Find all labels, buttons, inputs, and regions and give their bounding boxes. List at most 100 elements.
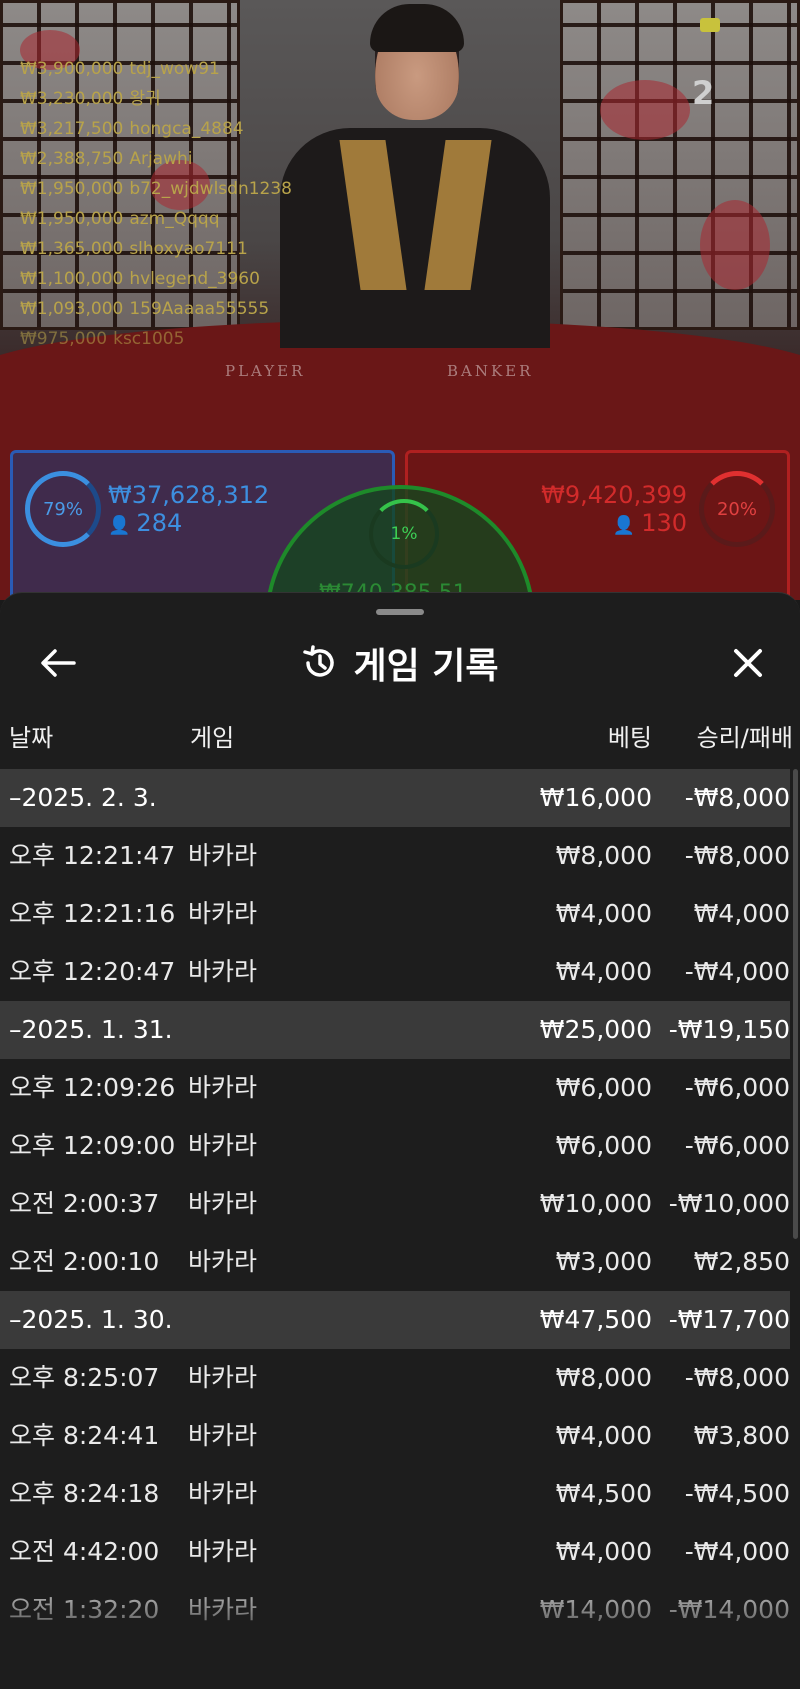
entry-time: 오전 4:42:00	[9, 1537, 160, 1566]
entry-result: -₩8,000	[684, 1363, 790, 1392]
entry-time: 오후 12:21:47	[9, 841, 176, 870]
tie-percent-ring: 1%	[369, 499, 439, 569]
leaderboard-row: ₩975,000 ksc1005	[20, 324, 292, 354]
live-video-stream: PLAYER BANKER ₩3,900,000 tdj_wow91 ₩3,230,…	[0, 0, 800, 600]
history-entry-row[interactable]: 오후 8:24:41 바카라 ₩4,000 ₩3,800	[0, 1407, 790, 1465]
player-total-amount: ₩37,628,312	[108, 481, 270, 509]
entry-result: ₩3,800	[693, 1421, 790, 1450]
entry-time: 오후 12:21:16	[9, 899, 176, 928]
person-icon: 👤	[108, 515, 131, 536]
history-entry-row[interactable]: 오전 4:42:00 바카라 ₩4,000 -₩4,000	[0, 1523, 790, 1581]
entry-game: 바카라	[188, 899, 258, 928]
group-date: –2025. 1. 31.	[9, 1015, 173, 1044]
leaderboard-player-name: b72_wjdwlsdn1238	[129, 179, 292, 199]
date-group-row[interactable]: –2025. 1. 31. ₩25,000 -₩19,150	[0, 1001, 790, 1059]
entry-time: 오후 12:09:26	[9, 1073, 176, 1102]
sheet-header: 게임 기록	[0, 623, 800, 703]
leaderboard-amount: ₩3,900,000	[20, 59, 124, 79]
dealer-hair	[370, 4, 464, 52]
entry-bet: ₩4,000	[555, 1421, 652, 1450]
leaderboard-amount: ₩975,000	[20, 329, 108, 349]
decor-blossom	[600, 80, 690, 140]
person-icon: 👤	[612, 515, 636, 536]
history-scrollbar[interactable]	[793, 769, 798, 1239]
entry-bet: ₩6,000	[555, 1073, 652, 1102]
entry-bet: ₩4,000	[555, 957, 652, 986]
banker-felt-label: BANKER	[447, 362, 534, 380]
sheet-title-wrap: 게임 기록	[0, 637, 800, 689]
history-entry-row[interactable]: 오후 8:25:07 바카라 ₩8,000 -₩8,000	[0, 1349, 790, 1407]
group-date: –2025. 1. 30.	[9, 1305, 173, 1334]
entry-result: ₩4,000	[693, 899, 790, 928]
sheet-drag-handle[interactable]	[376, 609, 424, 615]
history-entry-row[interactable]: 오후 12:09:00 바카라 ₩6,000 -₩6,000	[0, 1117, 790, 1175]
group-result-total: -₩8,000	[684, 783, 790, 812]
entry-time: 오후 12:20:47	[9, 957, 176, 986]
leaderboard-row: ₩3,217,500 hongca_4884	[20, 114, 292, 144]
leaderboard-row: ₩3,230,000 왕귀	[20, 84, 292, 114]
group-result-total: -₩19,150	[668, 1015, 790, 1044]
leaderboard-amount: ₩1,950,000	[20, 209, 124, 229]
column-header-game[interactable]: 게임	[190, 718, 234, 753]
entry-result: -₩8,000	[684, 841, 790, 870]
history-entry-row[interactable]: 오후 12:21:16 바카라 ₩4,000 ₩4,000	[0, 885, 790, 943]
leaderboard-amount: ₩1,093,000	[20, 299, 124, 319]
entry-time: 오전 1:32:20	[9, 1595, 160, 1624]
history-entry-row[interactable]: 오전 2:00:37 바카라 ₩10,000 -₩10,000	[0, 1175, 790, 1233]
leaderboard-player-name: azm_Qqqq	[129, 209, 220, 229]
banker-percent: 20%	[716, 498, 757, 520]
entry-result: -₩4,000	[684, 957, 790, 986]
leaderboard-amount: ₩1,950,000	[20, 179, 124, 199]
entry-bet: ₩14,000	[539, 1595, 652, 1624]
group-result-total: -₩17,700	[668, 1305, 790, 1334]
leaderboard-row: ₩2,388,750 Arjawhi	[20, 144, 292, 174]
entry-bet: ₩4,000	[555, 899, 652, 928]
decor-screen-right	[560, 0, 800, 330]
entry-game: 바카라	[188, 1363, 258, 1392]
entry-game: 바카라	[188, 1595, 258, 1624]
entry-time: 오전 2:00:37	[9, 1189, 160, 1218]
history-icon	[303, 645, 335, 677]
banker-percent-ring: 20%	[699, 471, 775, 547]
date-group-row[interactable]: –2025. 2. 3. ₩16,000 -₩8,000	[0, 769, 790, 827]
close-button[interactable]	[726, 641, 770, 685]
player-felt-label: PLAYER	[225, 362, 306, 380]
player-bettor-count-wrap: 👤 284	[108, 509, 182, 537]
shoe-marker-icon	[700, 18, 720, 32]
entry-bet: ₩4,000	[555, 1537, 652, 1566]
column-header-result[interactable]: 승리/패배	[697, 718, 793, 753]
leaderboard-row: ₩3,900,000 tdj_wow91	[20, 54, 292, 84]
entry-result: -₩10,000	[668, 1189, 790, 1218]
history-entry-row[interactable]: 오후 12:21:47 바카라 ₩8,000 -₩8,000	[0, 827, 790, 885]
history-entry-row[interactable]: 오후 8:24:18 바카라 ₩4,500 -₩4,500	[0, 1465, 790, 1523]
column-header-bet[interactable]: 베팅	[608, 718, 652, 753]
history-entry-row[interactable]: 오후 12:09:26 바카라 ₩6,000 -₩6,000	[0, 1059, 790, 1117]
leaderboard-player-name: Arjawhi	[129, 149, 193, 169]
date-group-row[interactable]: –2025. 1. 30. ₩47,500 -₩17,700	[0, 1291, 790, 1349]
entry-time: 오전 2:00:10	[9, 1247, 160, 1276]
entry-game: 바카라	[188, 1189, 258, 1218]
decor-blossom	[700, 200, 770, 290]
column-header-date[interactable]: 날짜	[9, 718, 53, 753]
leaderboard-player-name: 왕귀	[129, 89, 161, 109]
player-bettor-count: 284	[136, 509, 183, 537]
leaderboard-player-name: tdj_wow91	[129, 59, 220, 79]
entry-result: ₩2,850	[693, 1247, 790, 1276]
player-percent-ring: 79%	[25, 471, 101, 547]
history-entry-row[interactable]: 오전 2:00:10 바카라 ₩3,000 ₩2,850	[0, 1233, 790, 1291]
leaderboard-row: ₩1,100,000 hvlegend_3960	[20, 264, 292, 294]
dealer	[270, 4, 560, 350]
tie-percent: 1%	[390, 524, 418, 544]
leaderboard-player-name: slhoxyao7111	[129, 239, 248, 259]
entry-game: 바카라	[188, 1131, 258, 1160]
history-entry-row[interactable]: 오전 1:32:20 바카라 ₩14,000 -₩14,000	[0, 1581, 790, 1639]
entry-result: -₩6,000	[684, 1073, 790, 1102]
banker-bettor-count-wrap: 👤 130	[613, 509, 687, 537]
group-bet-total: ₩16,000	[539, 783, 652, 812]
leaderboard-player-name: ksc1005	[113, 329, 185, 349]
leaderboard-row: ₩1,950,000 azm_Qqqq	[20, 204, 292, 234]
leaderboard-player-name: 159Aaaaa55555	[129, 299, 270, 319]
entry-game: 바카라	[188, 841, 258, 870]
leaderboard-row: ₩1,365,000 slhoxyao7111	[20, 234, 292, 264]
history-entry-row[interactable]: 오후 12:20:47 바카라 ₩4,000 -₩4,000	[0, 943, 790, 1001]
